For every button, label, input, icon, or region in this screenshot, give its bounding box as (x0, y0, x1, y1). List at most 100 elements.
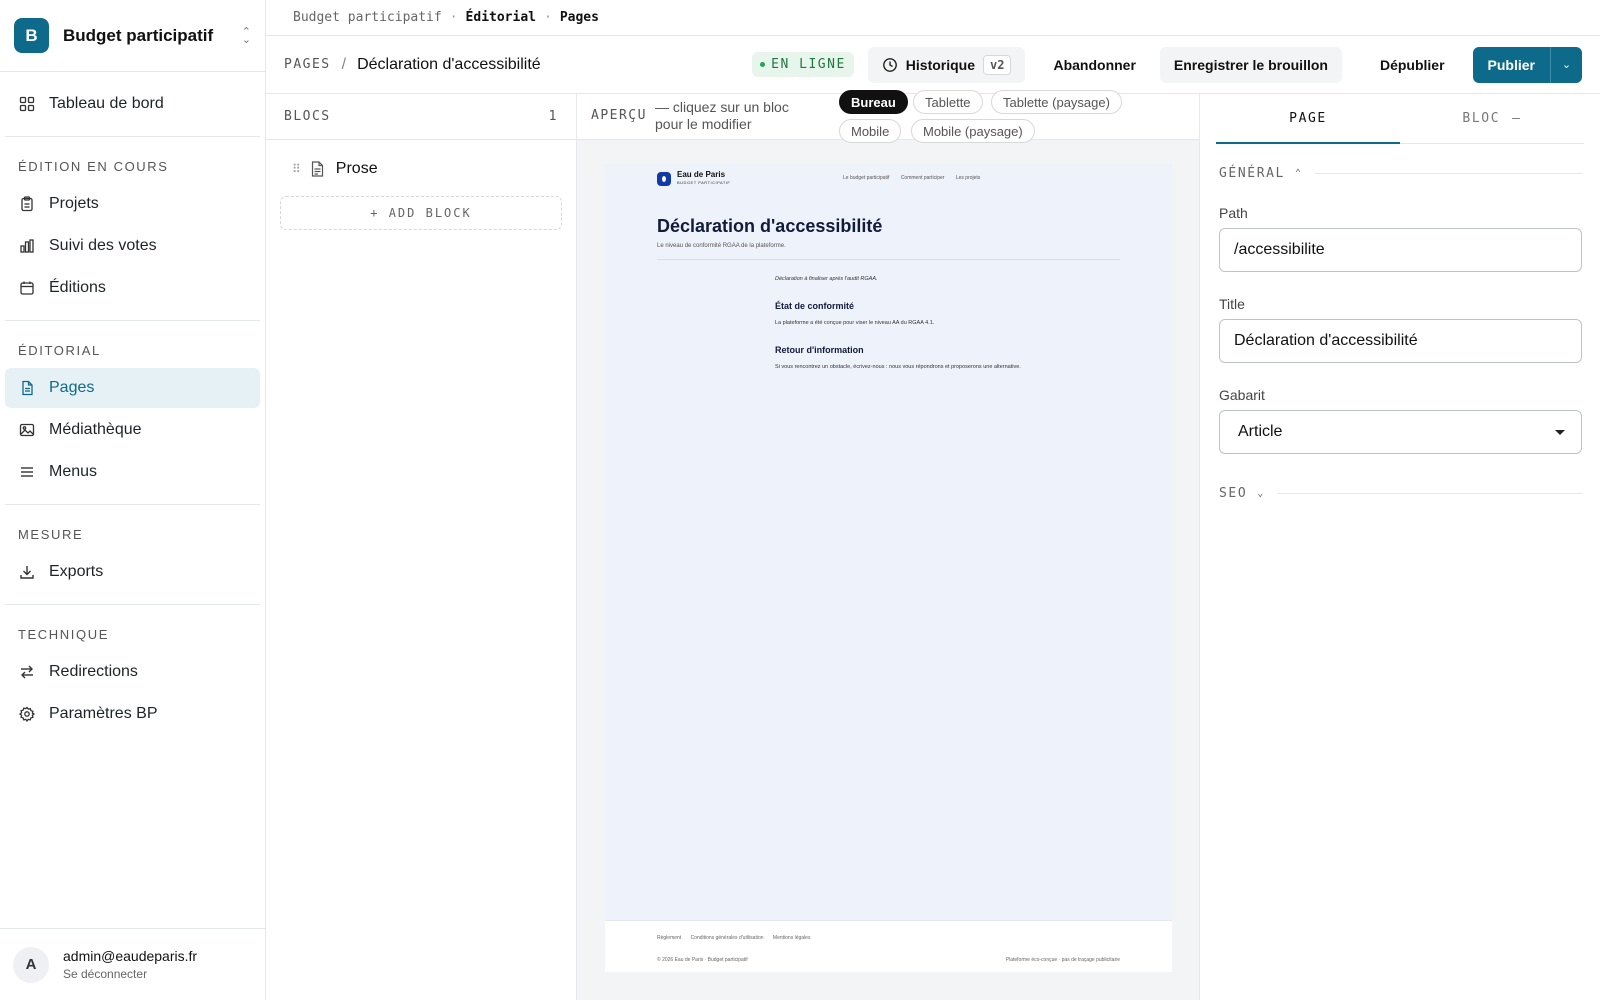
status-label: EN LIGNE (771, 57, 846, 72)
sidebar-item-editions[interactable]: Éditions (5, 268, 260, 308)
site-brand-sub: BUDGET PARTICIPATIF (677, 180, 731, 185)
sidebar-item-suivi-votes[interactable]: Suivi des votes (5, 226, 260, 266)
template-field: Gabarit Article (1219, 387, 1582, 454)
device-mobile[interactable]: Mobile (839, 119, 902, 143)
breadcrumb-separator: · (449, 10, 458, 25)
preview-title: APERÇU (591, 108, 647, 123)
site-nav-item: Les projets (955, 175, 981, 181)
title-input[interactable]: Déclaration d'accessibilité (1219, 319, 1582, 363)
nav-group-technique: TECHNIQUE Redirections Paramètres BP (5, 605, 260, 746)
tab-block-label: BLOC (1462, 111, 1501, 126)
sidebar-item-parametres[interactable]: Paramètres BP (5, 694, 260, 734)
block-label: Prose (335, 160, 378, 177)
grid-icon (19, 96, 35, 112)
title-field: Title Déclaration d'accessibilité (1219, 296, 1582, 363)
site-nav-item: Le budget participatif (843, 175, 890, 181)
nav-group-title: ÉDITORIAL (18, 343, 101, 358)
history-button[interactable]: Historique v2 (867, 46, 1026, 83)
chevron-up-icon: ⌃ (1295, 168, 1303, 179)
document-icon (311, 161, 323, 177)
section-general-toggle[interactable]: GÉNÉRAL ⌃ (1219, 166, 1582, 181)
caret-down-icon (1555, 429, 1565, 435)
discard-button[interactable]: Abandonner (1039, 47, 1149, 83)
chevron-down-icon: ⌄ (1257, 488, 1265, 499)
site-header: Eau de Paris BUDGET PARTICIPATIF Le budg… (605, 164, 1172, 194)
device-tablet-landscape[interactable]: Tablette (paysage) (991, 90, 1122, 114)
user-menu[interactable]: A admin@eaudeparis.fr Se déconnecter (0, 928, 265, 1000)
section-title: SEO (1219, 486, 1248, 501)
publish-button[interactable]: Publier (1473, 47, 1550, 83)
sidebar-item-label: Projets (49, 195, 99, 212)
history-label: Historique (905, 56, 976, 73)
section-seo-toggle[interactable]: SEO ⌄ (1219, 486, 1582, 501)
breadcrumb-separator: · (544, 10, 552, 25)
device-mobile-landscape[interactable]: Mobile (paysage) (911, 119, 1035, 143)
sidebar-item-exports[interactable]: Exports (5, 552, 260, 592)
template-value: Article (1238, 423, 1283, 440)
path-input[interactable]: /accessibilite (1219, 228, 1582, 272)
add-block-button[interactable]: + ADD BLOCK (280, 196, 562, 230)
workspace-switcher[interactable]: B Budget participatif ⌃ ⌄ (0, 0, 265, 72)
device-desktop[interactable]: Bureau (839, 90, 908, 114)
blocks-count: 1 (548, 109, 558, 124)
page-title: Déclaration d'accessibilité (357, 55, 541, 73)
drag-handle-icon[interactable]: ⠿ (292, 162, 301, 176)
site-footer: Règlement Conditions générales d'utilisa… (605, 920, 1172, 972)
unpublish-button[interactable]: Dépublier (1366, 47, 1459, 83)
preview-canvas[interactable]: Eau de Paris BUDGET PARTICIPATIF Le budg… (605, 164, 1172, 972)
breadcrumb-section[interactable]: Éditorial (466, 10, 536, 25)
nav-group-main: Tableau de bord (5, 72, 260, 137)
block-item-prose[interactable]: ⠿ Prose (280, 146, 562, 192)
chevron-updown-icon: ⌃ ⌄ (241, 25, 251, 46)
file-icon (19, 380, 35, 396)
nav-group-title: TECHNIQUE (18, 627, 109, 642)
nav-group-title: MESURE (18, 527, 84, 542)
arrows-icon (19, 664, 35, 680)
template-select[interactable]: Article (1219, 410, 1582, 454)
clipboard-icon (19, 196, 35, 212)
prose-block-preview[interactable]: Déclaration à finaliser après l'audit RG… (775, 276, 1075, 370)
breadcrumb-page: Pages (559, 10, 599, 25)
site-brand: Eau de Paris BUDGET PARTICIPATIF (677, 171, 730, 187)
sidebar-item-mediatheque[interactable]: Médiathèque (5, 410, 260, 450)
footer-link: Conditions générales d'utilisation (690, 935, 764, 941)
field-label: Gabarit (1219, 387, 1265, 403)
menu-icon (19, 464, 35, 480)
preview-hint: — cliquez sur un bloc pour le modifier (655, 99, 789, 132)
version-badge: v2 (983, 54, 1012, 75)
breadcrumb-root[interactable]: Budget participatif (293, 10, 442, 25)
sidebar-item-label: Paramètres BP (49, 705, 158, 722)
sidebar-item-dashboard[interactable]: Tableau de bord (5, 84, 260, 124)
site-note: Déclaration à finaliser après l'audit RG… (775, 276, 878, 282)
sidebar-item-menus[interactable]: Menus (5, 452, 260, 492)
logout-link[interactable]: Se déconnecter (63, 967, 197, 981)
nav-group-title: ÉDITION EN COURS (18, 159, 169, 174)
section-title: GÉNÉRAL (1219, 166, 1285, 181)
workspace-name: Budget participatif (63, 25, 214, 45)
user-email: admin@eaudeparis.fr (63, 948, 198, 964)
save-draft-button[interactable]: Enregistrer le brouillon (1159, 46, 1342, 83)
tab-page[interactable]: PAGE (1216, 94, 1400, 144)
inspector-panel: PAGE BLOC — GÉNÉRAL ⌃ Path /accessibilit… (1200, 94, 1600, 1000)
tab-block[interactable]: BLOC — (1400, 94, 1584, 144)
device-tablet[interactable]: Tablette (913, 90, 983, 114)
sidebar-item-label: Pages (49, 379, 95, 396)
tab-block-suffix: — (1512, 111, 1522, 126)
site-lead: Le niveau de conformité RGAA de la plate… (657, 243, 786, 249)
sidebar-item-redirections[interactable]: Redirections (5, 652, 260, 692)
sidebar-item-label: Exports (49, 563, 104, 580)
chevron-down-icon[interactable]: ⌄ (1550, 46, 1582, 83)
site-heading: Déclaration d'accessibilité (657, 216, 883, 236)
header-section[interactable]: PAGES (284, 57, 331, 72)
field-label: Title (1219, 296, 1245, 312)
nav-group-edition: ÉDITION EN COURS Projets Suivi des votes… (5, 137, 260, 321)
sidebar-item-projets[interactable]: Projets (5, 184, 260, 224)
image-icon (19, 422, 35, 438)
site-paragraph: La plateforme a été conçue pour viser le… (775, 320, 935, 326)
sidebar-item-label: Menus (49, 463, 98, 480)
sidebar-item-pages[interactable]: Pages (5, 368, 260, 408)
path-field: Path /accessibilite (1219, 205, 1582, 272)
sidebar-item-label: Redirections (49, 663, 138, 680)
download-icon (19, 564, 35, 580)
sidebar-item-label: Éditions (49, 279, 106, 296)
